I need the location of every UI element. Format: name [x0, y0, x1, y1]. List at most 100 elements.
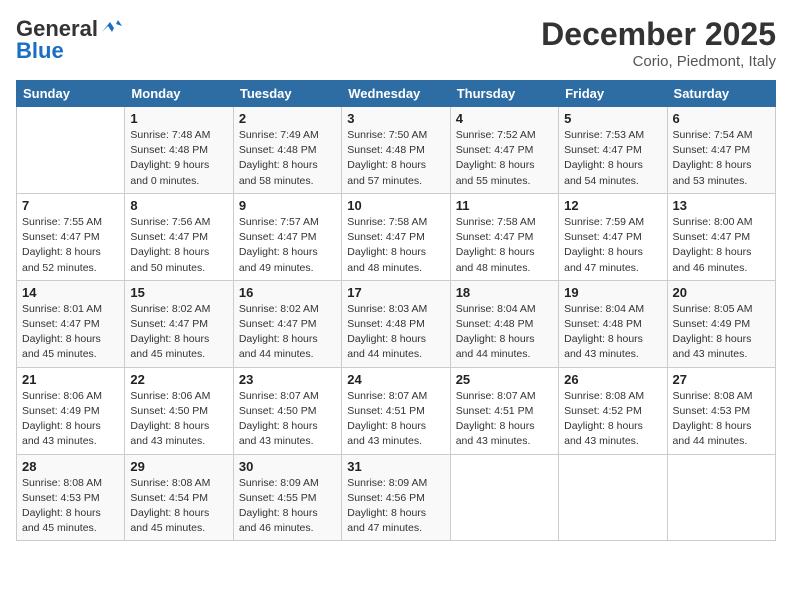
sunrise-text: Sunrise: 8:06 AM	[22, 389, 119, 404]
daylight-text: Daylight: 8 hours	[130, 245, 227, 260]
calendar-week-row: 28Sunrise: 8:08 AMSunset: 4:53 PMDayligh…	[17, 454, 776, 541]
sunrise-text: Sunrise: 8:08 AM	[673, 389, 770, 404]
daylight-text: Daylight: 8 hours	[130, 506, 227, 521]
sunset-text: Sunset: 4:47 PM	[22, 317, 119, 332]
daylight-text-2: and 44 minutes.	[456, 347, 553, 362]
daylight-text: Daylight: 8 hours	[564, 158, 661, 173]
sunset-text: Sunset: 4:47 PM	[130, 230, 227, 245]
location: Corio, Piedmont, Italy	[541, 53, 776, 70]
calendar-cell: 16Sunrise: 8:02 AMSunset: 4:47 PMDayligh…	[233, 280, 341, 367]
day-info: Sunrise: 8:08 AMSunset: 4:52 PMDaylight:…	[564, 389, 661, 450]
day-info: Sunrise: 7:49 AMSunset: 4:48 PMDaylight:…	[239, 128, 336, 189]
calendar-cell: 20Sunrise: 8:05 AMSunset: 4:49 PMDayligh…	[667, 280, 775, 367]
daylight-text: Daylight: 8 hours	[22, 332, 119, 347]
daylight-text-2: and 48 minutes.	[347, 261, 444, 276]
daylight-text: Daylight: 8 hours	[239, 506, 336, 521]
calendar-cell: 9Sunrise: 7:57 AMSunset: 4:47 PMDaylight…	[233, 193, 341, 280]
day-info: Sunrise: 8:01 AMSunset: 4:47 PMDaylight:…	[22, 302, 119, 363]
col-header-sunday: Sunday	[17, 81, 125, 107]
calendar-cell: 25Sunrise: 8:07 AMSunset: 4:51 PMDayligh…	[450, 367, 558, 454]
daylight-text-2: and 49 minutes.	[239, 261, 336, 276]
daylight-text-2: and 50 minutes.	[130, 261, 227, 276]
daylight-text: Daylight: 8 hours	[564, 245, 661, 260]
day-number: 23	[239, 372, 336, 387]
sunset-text: Sunset: 4:54 PM	[130, 491, 227, 506]
daylight-text: Daylight: 8 hours	[456, 419, 553, 434]
sunset-text: Sunset: 4:47 PM	[22, 230, 119, 245]
calendar-cell	[667, 454, 775, 541]
sunrise-text: Sunrise: 7:49 AM	[239, 128, 336, 143]
day-number: 5	[564, 111, 661, 126]
sunrise-text: Sunrise: 8:08 AM	[564, 389, 661, 404]
day-info: Sunrise: 7:56 AMSunset: 4:47 PMDaylight:…	[130, 215, 227, 276]
sunrise-text: Sunrise: 8:09 AM	[347, 476, 444, 491]
daylight-text-2: and 44 minutes.	[347, 347, 444, 362]
calendar-cell: 13Sunrise: 8:00 AMSunset: 4:47 PMDayligh…	[667, 193, 775, 280]
calendar-cell: 8Sunrise: 7:56 AMSunset: 4:47 PMDaylight…	[125, 193, 233, 280]
calendar-cell: 18 Sunrise: 8:04 AMSunset: 4:48 PMDayligh…	[450, 280, 558, 367]
day-number: 11	[456, 198, 553, 213]
sunrise-text: Sunrise: 8:07 AM	[456, 389, 553, 404]
month-title: December 2025	[541, 16, 776, 53]
sunrise-text: Sunrise: 7:48 AM	[130, 128, 227, 143]
sunrise-text: Sunrise: 7:58 AM	[347, 215, 444, 230]
calendar-cell: 29Sunrise: 8:08 AMSunset: 4:54 PMDayligh…	[125, 454, 233, 541]
calendar-cell: 24 Sunrise: 8:07 AMSunset: 4:51 PMDayligh…	[342, 367, 450, 454]
daylight-text: Daylight: 8 hours	[347, 419, 444, 434]
day-info: Sunrise: 8:07 AMSunset: 4:51 PMDaylight:…	[347, 389, 444, 450]
daylight-text: Daylight: 8 hours	[130, 419, 227, 434]
day-number: 24	[347, 372, 444, 387]
col-header-thursday: Thursday	[450, 81, 558, 107]
daylight-text-2: and 43 minutes.	[564, 347, 661, 362]
daylight-text: Daylight: 8 hours	[239, 332, 336, 347]
sunset-text: Sunset: 4:47 PM	[130, 317, 227, 332]
daylight-text: Daylight: 8 hours	[456, 245, 553, 260]
day-info: Sunrise: 7:58 AMSunset: 4:47 PMDaylight:…	[347, 215, 444, 276]
daylight-text-2: and 48 minutes.	[456, 261, 553, 276]
sunrise-text: Sunrise: 7:54 AM	[673, 128, 770, 143]
day-number: 12	[564, 198, 661, 213]
sunset-text: Sunset: 4:48 PM	[239, 143, 336, 158]
sunset-text: Sunset: 4:50 PM	[130, 404, 227, 419]
day-info: Sunrise: 8:05 AMSunset: 4:49 PMDaylight:…	[673, 302, 770, 363]
calendar-cell: 28Sunrise: 8:08 AMSunset: 4:53 PMDayligh…	[17, 454, 125, 541]
day-number: 18	[456, 285, 553, 300]
day-number: 17	[347, 285, 444, 300]
daylight-text-2: and 46 minutes.	[673, 261, 770, 276]
daylight-text: Daylight: 8 hours	[456, 158, 553, 173]
daylight-text-2: and 54 minutes.	[564, 174, 661, 189]
day-number: 15	[130, 285, 227, 300]
sunrise-text: Sunrise: 8:02 AM	[239, 302, 336, 317]
day-info: Sunrise: 8:04 AMSunset: 4:48 PMDaylight:…	[456, 302, 553, 363]
day-number: 22	[130, 372, 227, 387]
day-info: Sunrise: 8:02 AMSunset: 4:47 PMDaylight:…	[239, 302, 336, 363]
sunset-text: Sunset: 4:49 PM	[673, 317, 770, 332]
daylight-text: Daylight: 9 hours	[130, 158, 227, 173]
sunrise-text: Sunrise: 7:58 AM	[456, 215, 553, 230]
daylight-text-2: and 52 minutes.	[22, 261, 119, 276]
day-info: Sunrise: 8:02 AMSunset: 4:47 PMDaylight:…	[130, 302, 227, 363]
sunrise-text: Sunrise: 8:05 AM	[673, 302, 770, 317]
daylight-text-2: and 45 minutes.	[130, 521, 227, 536]
daylight-text: Daylight: 8 hours	[564, 419, 661, 434]
sunset-text: Sunset: 4:48 PM	[456, 317, 553, 332]
day-info: Sunrise: 7:59 AMSunset: 4:47 PMDaylight:…	[564, 215, 661, 276]
day-info: Sunrise: 8:09 AMSunset: 4:56 PMDaylight:…	[347, 476, 444, 537]
daylight-text-2: and 43 minutes.	[22, 434, 119, 449]
calendar-cell: 21Sunrise: 8:06 AMSunset: 4:49 PMDayligh…	[17, 367, 125, 454]
sunrise-text: Sunrise: 7:57 AM	[239, 215, 336, 230]
daylight-text: Daylight: 8 hours	[347, 245, 444, 260]
daylight-text-2: and 43 minutes.	[456, 434, 553, 449]
daylight-text: Daylight: 8 hours	[673, 419, 770, 434]
sunset-text: Sunset: 4:51 PM	[347, 404, 444, 419]
day-info: Sunrise: 8:09 AMSunset: 4:55 PMDaylight:…	[239, 476, 336, 537]
daylight-text: Daylight: 8 hours	[564, 332, 661, 347]
sunrise-text: Sunrise: 8:02 AM	[130, 302, 227, 317]
daylight-text-2: and 47 minutes.	[347, 521, 444, 536]
col-header-saturday: Saturday	[667, 81, 775, 107]
sunset-text: Sunset: 4:47 PM	[564, 230, 661, 245]
calendar-cell: 22Sunrise: 8:06 AMSunset: 4:50 PMDayligh…	[125, 367, 233, 454]
daylight-text: Daylight: 8 hours	[22, 419, 119, 434]
daylight-text-2: and 44 minutes.	[239, 347, 336, 362]
daylight-text-2: and 55 minutes.	[456, 174, 553, 189]
